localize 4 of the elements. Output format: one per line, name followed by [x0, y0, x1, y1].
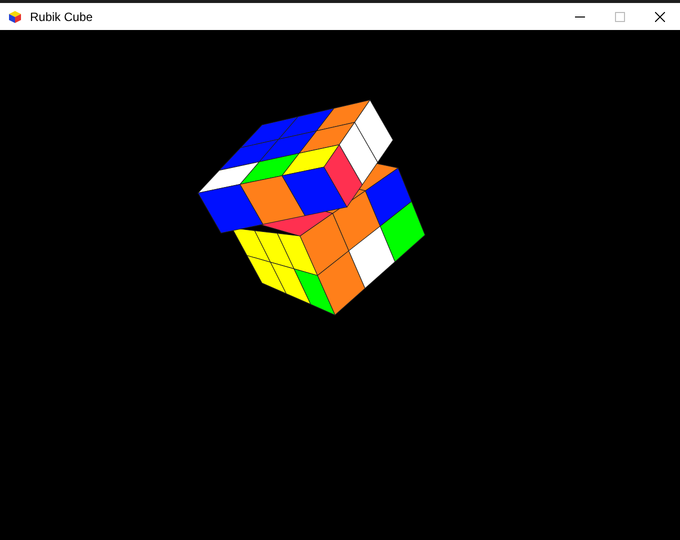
- close-icon: [655, 12, 665, 22]
- window-title: Rubik Cube: [30, 8, 93, 26]
- maximize-icon: [615, 12, 625, 22]
- app-cube-icon: [8, 10, 22, 24]
